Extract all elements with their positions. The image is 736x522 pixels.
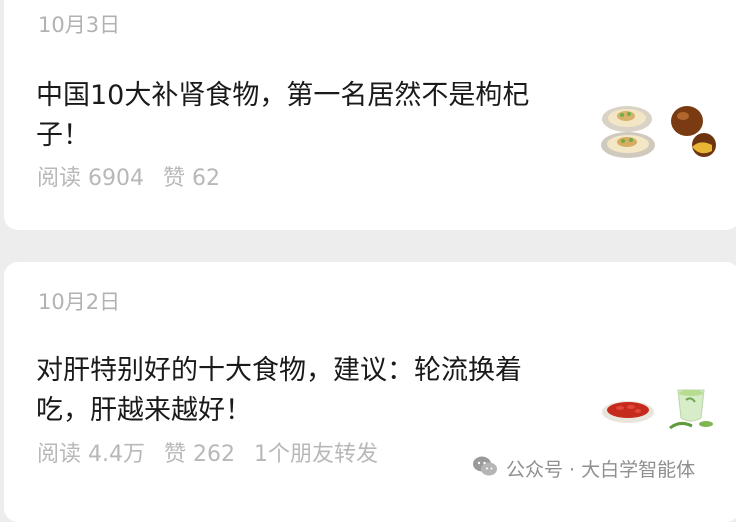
friends-shared: 1个朋友转发 <box>253 442 378 467</box>
article-title-line: 对肝特别好的十大食物，建议：轮流换着 <box>36 355 522 386</box>
watermark-text: 公众号 · 大白学智能体 <box>506 458 696 481</box>
article-title-line: 中国10大补肾食物，第一名居然不是枸杞 <box>36 80 530 111</box>
like-count: 赞 262 <box>163 442 235 467</box>
article-title-line: 子！ <box>36 120 90 151</box>
read-count: 阅读 4.4万 <box>37 442 145 467</box>
watermark: 公众号 · 大白学智能体 <box>472 455 695 484</box>
article-date: 10月3日 <box>38 13 121 37</box>
like-count: 赞 62 <box>162 166 220 191</box>
wechat-icon <box>472 455 498 484</box>
article-title[interactable]: 对肝特别好的十大食物，建议：轮流换着 吃，肝越来越好！ <box>36 351 566 431</box>
article-card[interactable]: 10月3日 中国10大补肾食物，第一名居然不是枸杞 子！ 阅读 6904 赞 6… <box>4 0 736 230</box>
article-stats: 阅读 6904 赞 62 <box>37 164 232 194</box>
article-title-line: 吃，肝越来越好！ <box>36 395 252 426</box>
article-thumbnail[interactable] <box>600 103 716 167</box>
article-title[interactable]: 中国10大补肾食物，第一名居然不是枸杞 子！ <box>36 76 566 156</box>
goji-and-green-tea-image <box>602 389 713 430</box>
article-date: 10月2日 <box>38 290 121 314</box>
oysters-and-chestnuts-image <box>601 106 716 158</box>
read-count: 阅读 6904 <box>37 166 144 191</box>
article-stats: 阅读 4.4万 赞 262 1个朋友转发 <box>37 440 390 470</box>
article-thumbnail[interactable] <box>600 384 716 438</box>
